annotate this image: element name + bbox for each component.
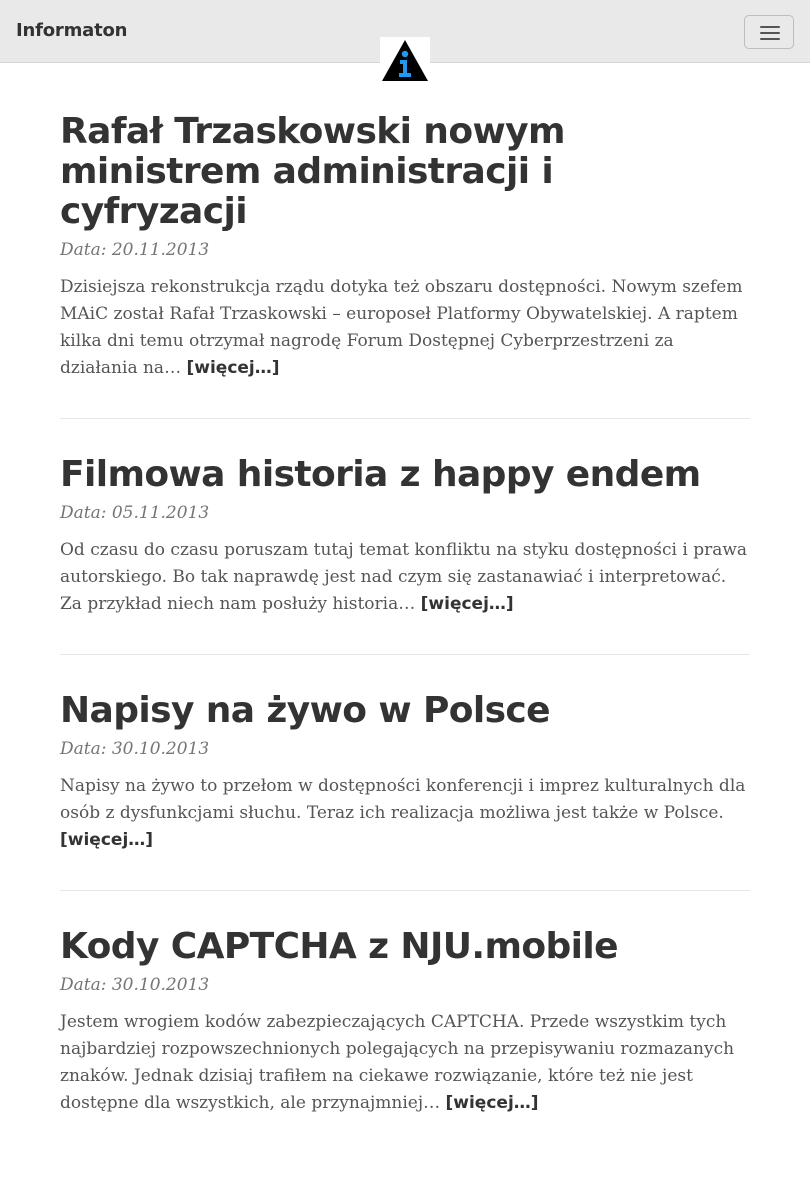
post-title: Rafał Trzaskowski nowym ministrem admini… [60, 112, 750, 232]
post-date: Data: 30.10.2013 [60, 739, 210, 759]
post-title: Kody CAPTCHA z NJU.mobile [60, 927, 750, 967]
post-title-link[interactable]: Napisy na żywo w Polsce [60, 690, 551, 731]
post-title-link[interactable]: Rafał Trzaskowski nowym ministrem admini… [60, 111, 566, 232]
post-title-link[interactable]: Kody CAPTCHA z NJU.mobile [60, 926, 619, 967]
post-title: Napisy na żywo w Polsce [60, 691, 750, 731]
information-logo-icon[interactable] [380, 37, 430, 83]
post-excerpt-text: Od czasu do czasu poruszam tutaj temat k… [60, 540, 748, 614]
post-list: Rafał Trzaskowski nowym ministrem admini… [60, 112, 750, 1189]
post-date: Data: 30.10.2013 [60, 975, 210, 995]
read-more-link[interactable]: [więcej…] [186, 358, 279, 378]
post-excerpt: Napisy na żywo to przełom w dostępności … [60, 773, 750, 854]
post-date: Data: 05.11.2013 [60, 503, 210, 523]
read-more-link[interactable]: [więcej…] [60, 830, 153, 850]
post-excerpt: Dzisiejsza rekonstrukcja rządu dotyka te… [60, 274, 750, 382]
post-excerpt-text: Dzisiejsza rekonstrukcja rządu dotyka te… [60, 277, 743, 378]
post-excerpt: Jestem wrogiem kodów zabezpieczających C… [60, 1009, 750, 1117]
post-excerpt-text: Jestem wrogiem kodów zabezpieczających C… [60, 1012, 735, 1113]
post-item: Napisy na żywo w Polsce Data: 30.10.2013… [60, 691, 750, 891]
post-item: Rafał Trzaskowski nowym ministrem admini… [60, 112, 750, 419]
post-date: Data: 20.11.2013 [60, 240, 210, 260]
post-item: Kody CAPTCHA z NJU.mobile Data: 30.10.20… [60, 927, 750, 1153]
read-more-link[interactable]: [więcej…] [446, 1093, 539, 1113]
site-brand-link[interactable]: Informaton [16, 20, 127, 41]
read-more-link[interactable]: [więcej…] [421, 594, 514, 614]
post-excerpt-text: Napisy na żywo to przełom w dostępności … [60, 776, 746, 823]
post-title: Filmowa historia z happy endem [60, 455, 750, 495]
hamburger-menu-button[interactable] [744, 15, 794, 49]
post-item: Filmowa historia z happy endem Data: 05.… [60, 455, 750, 655]
post-title-link[interactable]: Filmowa historia z happy endem [60, 454, 701, 495]
post-excerpt: Od czasu do czasu poruszam tutaj temat k… [60, 537, 750, 618]
hamburger-menu-icon [760, 26, 780, 40]
